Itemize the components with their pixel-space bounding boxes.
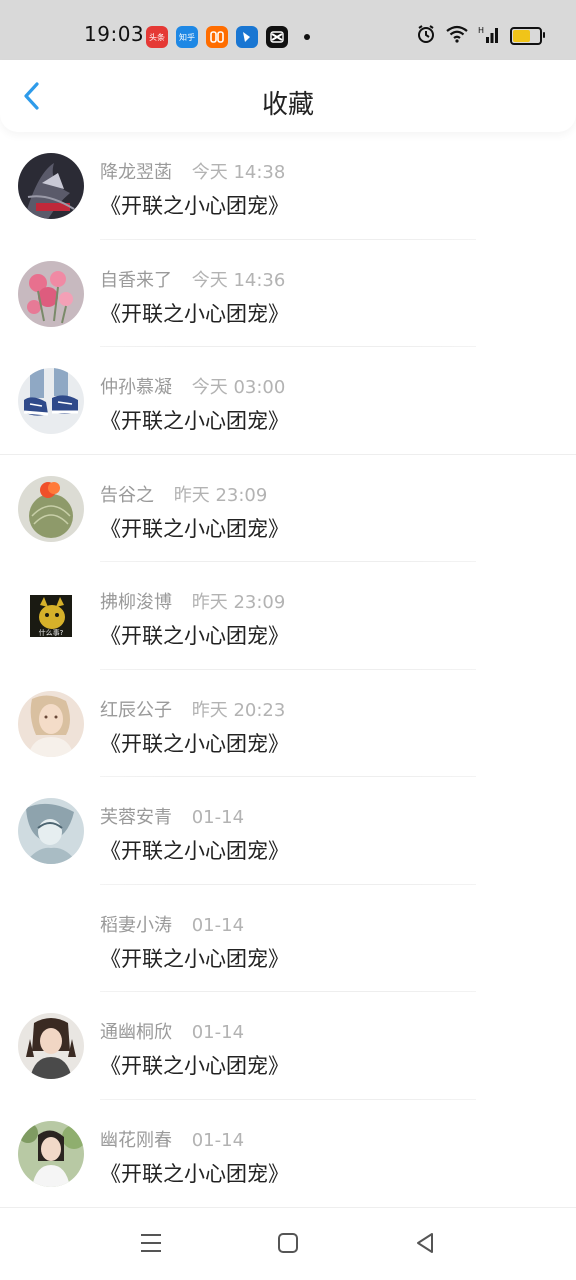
item-meta: 告谷之 昨天 23:09 <box>100 481 267 507</box>
page-title: 收藏 <box>261 90 314 120</box>
user-name: 拂柳浚博 <box>100 592 172 613</box>
favorite-content: 《开联之小心团宠》 <box>100 194 289 218</box>
list-item[interactable]: 什么事? 拂柳浚博 昨天 23:09 《开联之小心团宠》 <box>0 562 576 670</box>
more-notifications-dot <box>304 34 310 40</box>
timestamp: 01-14 <box>191 807 245 828</box>
favorite-content: 《开联之小心团宠》 <box>100 624 289 648</box>
item-meta: 稻妻小涛 01-14 <box>100 911 244 937</box>
favorite-content: 《开联之小心团宠》 <box>100 946 289 971</box>
user-name: 稻妻小涛 <box>100 914 172 936</box>
item-meta: 拂柳浚博 昨天 23:09 <box>100 588 285 614</box>
list-item[interactable]: 降龙翌菡 今天 14:38 《开联之小心团宠》 <box>0 132 576 240</box>
timestamp: 昨天 20:23 <box>191 699 286 721</box>
item-meta: 自香来了 今天 14:36 <box>100 266 285 292</box>
favorite-content: 《开联之小心团宠》 <box>100 409 289 433</box>
avatar[interactable] <box>18 905 84 972</box>
back-nav-button[interactable] <box>412 1230 438 1256</box>
favorite-content: 《开联之小心团宠》 <box>100 516 289 541</box>
avatar[interactable] <box>18 798 84 864</box>
battery-icon <box>510 27 545 45</box>
avatar[interactable] <box>18 1120 84 1187</box>
user-name: 芙蓉安青 <box>100 807 172 828</box>
item-meta: 芙蓉安青 01-14 <box>100 803 244 829</box>
list-item[interactable]: 稻妻小涛 01-14 《开联之小心团宠》 <box>0 885 576 992</box>
user-name: 幽花刚春 <box>100 1129 172 1151</box>
list-item[interactable]: 幽花刚春 01-14 《开联之小心团宠》 <box>0 1100 576 1208</box>
battery-level <box>513 30 530 42</box>
favorite-content: 《开联之小心团宠》 <box>100 1161 289 1186</box>
menu-button[interactable] <box>138 1230 164 1256</box>
timestamp: 01-14 <box>191 1022 245 1043</box>
tencent-icon <box>236 26 258 48</box>
menu-icon <box>141 1234 161 1252</box>
avatar[interactable] <box>18 260 84 327</box>
signal-icon: H <box>478 25 500 47</box>
item-meta: 红辰公子 昨天 20:23 <box>100 696 285 722</box>
timestamp: 01-14 <box>191 1129 245 1151</box>
avatar[interactable] <box>18 368 84 434</box>
status-time: 19:03 <box>84 22 145 46</box>
user-name: 仲孙慕凝 <box>100 377 172 398</box>
back-triangle-icon <box>417 1233 433 1253</box>
favorite-content: 《开联之小心团宠》 <box>100 731 289 756</box>
system-navigation-bar <box>0 1207 576 1280</box>
avatar[interactable] <box>18 475 84 542</box>
list-item[interactable]: 芙蓉安青 01-14 《开联之小心团宠》 <box>0 777 576 885</box>
navigation-bar: 收藏 <box>0 60 576 132</box>
timestamp: 昨天 23:09 <box>173 484 268 506</box>
avatar[interactable] <box>18 153 84 219</box>
avatar[interactable] <box>18 690 84 757</box>
list-item[interactable]: 红辰公子 昨天 20:23 《开联之小心团宠》 <box>0 670 576 777</box>
home-icon <box>278 1233 298 1253</box>
list-item[interactable]: 仲孙慕凝 今天 03:00 《开联之小心团宠》 <box>0 347 576 455</box>
capcut-icon <box>266 26 288 48</box>
timestamp: 昨天 23:09 <box>191 592 286 613</box>
item-meta: 通幽桐欣 01-14 <box>100 1018 244 1044</box>
user-name: 降龙翌菡 <box>100 162 172 183</box>
list-item[interactable]: 告谷之 昨天 23:09 《开联之小心团宠》 <box>0 455 576 562</box>
wifi-icon <box>446 25 468 47</box>
timestamp: 今天 14:38 <box>191 162 286 183</box>
item-meta: 仲孙慕凝 今天 03:00 <box>100 373 285 399</box>
favorite-content: 《开联之小心团宠》 <box>100 301 289 326</box>
toutiao-icon: 头条 <box>146 26 168 48</box>
list-item[interactable]: 通幽桐欣 01-14 《开联之小心团宠》 <box>0 992 576 1100</box>
item-meta: 幽花刚春 01-14 <box>100 1126 244 1152</box>
status-bar: 19:03 头条 知乎 H <box>0 0 576 60</box>
list-item[interactable]: 自香来了 今天 14:36 《开联之小心团宠》 <box>0 240 576 347</box>
item-meta: 降龙翌菡 今天 14:38 <box>100 158 285 184</box>
user-name: 红辰公子 <box>100 699 172 721</box>
avatar-caption: 什么事? <box>39 628 64 637</box>
timestamp: 01-14 <box>191 914 245 936</box>
timestamp: 今天 14:36 <box>191 269 286 291</box>
svg-text:H: H <box>478 26 484 35</box>
user-name: 通幽桐欣 <box>100 1022 172 1043</box>
avatar[interactable] <box>18 1013 84 1079</box>
zhihu-icon: 知乎 <box>176 26 198 48</box>
alarm-icon <box>416 24 436 48</box>
avatar[interactable]: 什么事? <box>18 583 84 649</box>
favorite-content: 《开联之小心团宠》 <box>100 1054 289 1078</box>
favorites-list: 降龙翌菡 今天 14:38 《开联之小心团宠》 自香来了 今天 14:36 《开… <box>0 132 576 1207</box>
favorite-content: 《开联之小心团宠》 <box>100 839 289 863</box>
notification-icons: 头条 知乎 <box>146 26 310 48</box>
home-button[interactable] <box>275 1230 301 1256</box>
system-icons: H <box>416 24 545 48</box>
user-name: 自香来了 <box>100 269 172 291</box>
timestamp: 今天 03:00 <box>191 377 286 398</box>
taobao-icon <box>206 26 228 48</box>
user-name: 告谷之 <box>100 484 154 506</box>
